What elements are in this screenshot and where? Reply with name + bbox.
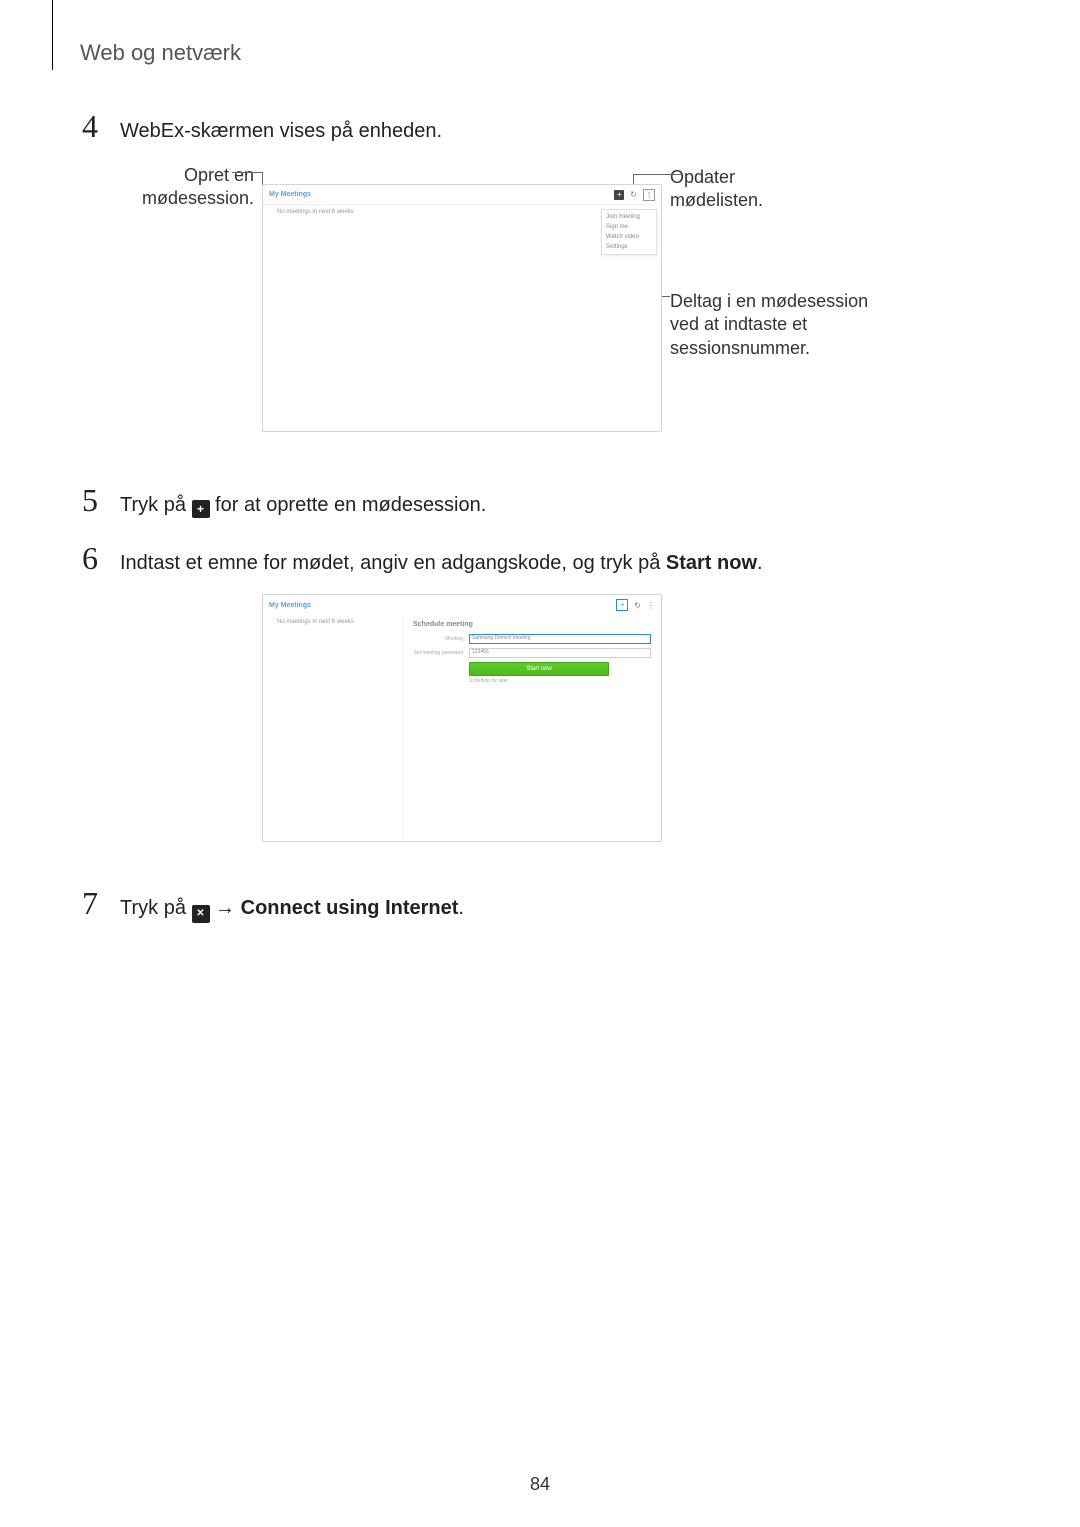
screenshot-toolbar: My Meetings + ↻ ⋮ [263, 185, 661, 205]
step-text: Tryk på ✕ → Connect using Internet. [120, 894, 464, 923]
screen-title: My Meetings [269, 602, 311, 609]
step-text: Indtast et emne for mødet, angiv en adga… [120, 549, 763, 577]
label-meeting: Meeting [413, 636, 463, 642]
annotation-update-list: Opdater mødelisten. [670, 166, 763, 213]
refresh-icon[interactable]: ↻ [630, 190, 637, 199]
input-password[interactable]: 123456 [469, 648, 651, 658]
menu-item-watch[interactable]: Watch video [606, 232, 652, 242]
step-text: WebEx-skærmen vises på enheden. [120, 117, 442, 145]
overflow-icon[interactable]: ⋮ [643, 189, 655, 201]
screen-title: My Meetings [269, 191, 311, 198]
header-rule [52, 0, 53, 70]
screenshot-webex-schedule: My Meetings + ↻ ⋮ No meetings in next 6 … [262, 594, 662, 842]
plus-icon: + [192, 500, 210, 518]
schedule-later-link[interactable]: Schedule for later [469, 678, 651, 684]
step-number: 4 [70, 108, 110, 145]
panel-heading: Schedule meeting [413, 621, 651, 628]
step-5: 5 Tryk på + for at oprette en mødesessio… [70, 482, 486, 519]
leader-line [633, 174, 663, 175]
step-7: 7 Tryk på ✕ → Connect using Internet. [70, 885, 464, 923]
screenshot-toolbar: My Meetings + ↻ ⋮ [263, 595, 661, 615]
empty-state-text: No meetings in next 6 weeks [263, 615, 403, 843]
step-text: Tryk på + for at oprette en mødesession. [120, 491, 486, 519]
section-title: Web og netværk [80, 40, 241, 66]
signal-icon: ✕ [192, 905, 210, 923]
plus-icon[interactable]: + [616, 599, 628, 611]
step-number: 7 [70, 885, 110, 922]
overflow-menu: Join meeting Sign me Watch video Setting… [601, 209, 657, 255]
page-number: 84 [0, 1474, 1080, 1495]
step-6: 6 Indtast et emne for mødet, angiv en ad… [70, 540, 763, 577]
step-4: 4 WebEx-skærmen vises på enheden. [70, 108, 442, 145]
annotation-create-session: Opret en mødesession. [142, 164, 254, 211]
label-password: Set meeting password [413, 650, 463, 656]
menu-item-signme[interactable]: Sign me [606, 222, 652, 232]
screenshot-webex-list: My Meetings + ↻ ⋮ No meetings in next 6 … [262, 184, 662, 432]
plus-icon[interactable]: + [614, 190, 624, 200]
menu-item-settings[interactable]: Settings [606, 242, 652, 252]
menu-item-join[interactable]: Join meeting [606, 212, 652, 222]
overflow-icon[interactable]: ⋮ [647, 601, 655, 610]
start-now-button[interactable]: Start now [469, 662, 609, 676]
step-number: 5 [70, 482, 110, 519]
step-number: 6 [70, 540, 110, 577]
annotation-join-session: Deltag i en mødesession ved at indtaste … [670, 290, 890, 360]
input-meeting-name[interactable]: Samsung Demo's meeting [469, 634, 651, 644]
refresh-icon[interactable]: ↻ [634, 601, 641, 610]
